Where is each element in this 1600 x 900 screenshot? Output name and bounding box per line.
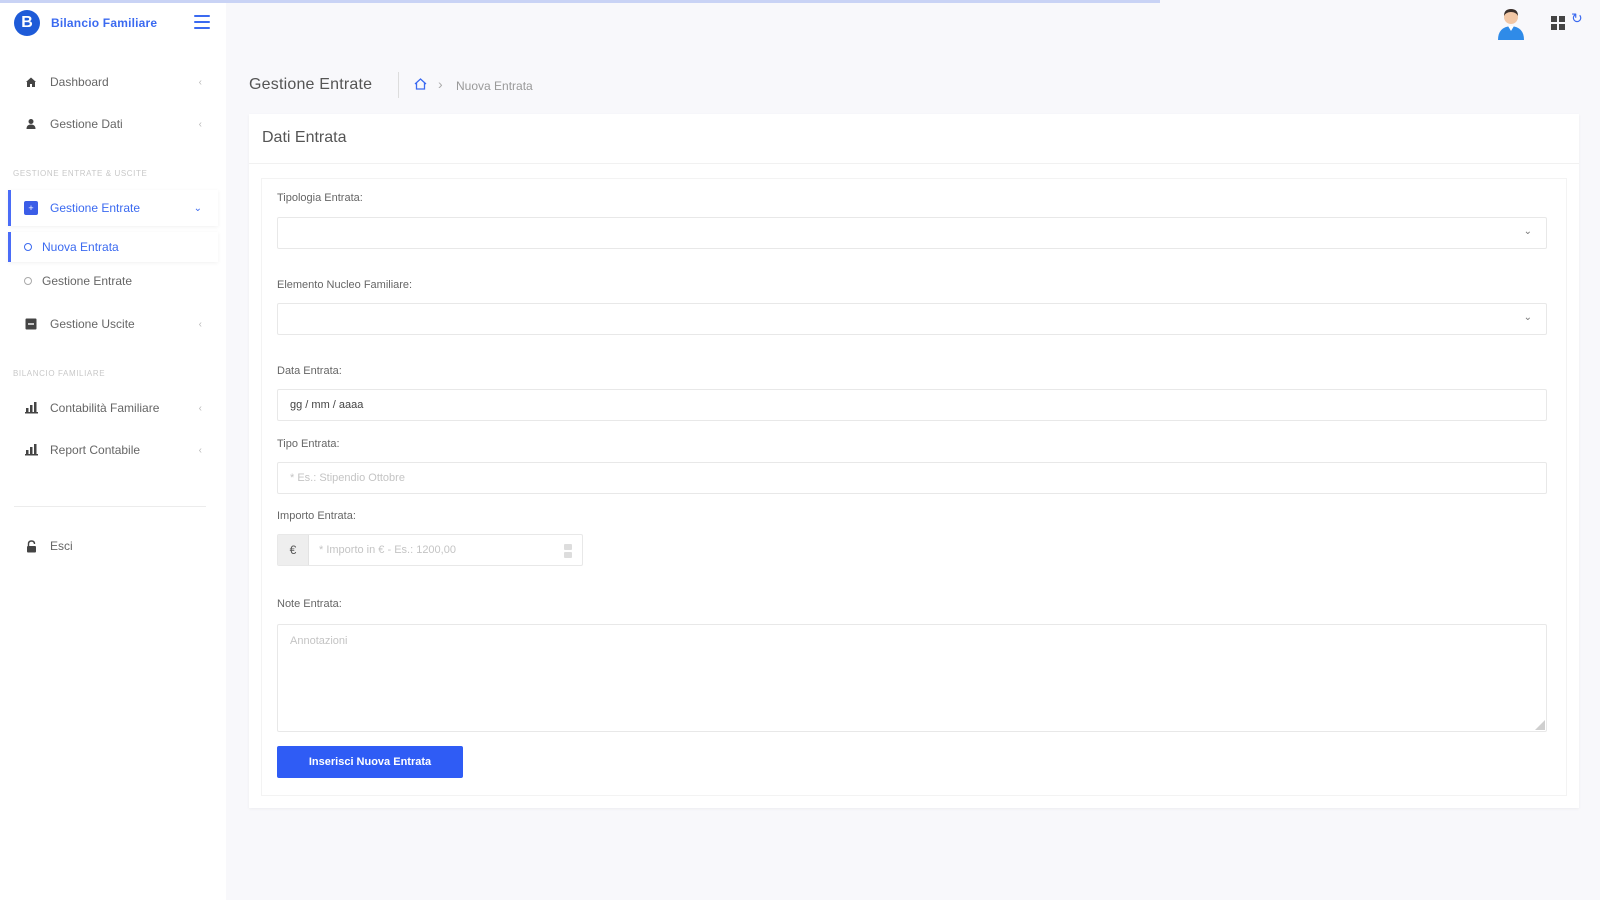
breadcrumb-chevron-icon: › (438, 76, 443, 92)
chevron-left-icon: ‹ (198, 402, 202, 414)
chevron-left-icon: ‹ (198, 318, 202, 330)
sidebar-divider (14, 506, 206, 507)
page-title: Gestione Entrate (249, 76, 373, 93)
circle-icon (24, 243, 32, 251)
sidebar-item-label: Gestione Entrate (50, 201, 141, 215)
tipo-entrata-input[interactable]: * Es.: Stipendio Ottobre (277, 462, 1547, 494)
importo-entrata-input[interactable]: * Importo in € - Es.: 1200,00 (309, 535, 582, 565)
section-label-entrate-uscite: Gestione Entrate & Uscite (13, 169, 148, 178)
chevron-down-icon: ⌄ (193, 202, 202, 214)
sidebar-subitem-label: Gestione Entrate (42, 274, 133, 288)
brand-logo-icon: B (14, 10, 40, 36)
chevron-down-icon: ⌄ (1523, 312, 1532, 323)
sidebar-item-gestione-dati[interactable]: Gestione Dati ‹ (8, 106, 218, 142)
sidebar-item-gestione-entrate[interactable]: + Gestione Entrate ⌄ (8, 190, 218, 226)
section-label-bilancio: Bilancio Familiare (13, 369, 106, 378)
chevron-down-icon: ⌄ (1523, 226, 1532, 237)
data-entrata-input[interactable]: gg / mm / aaaa (277, 389, 1547, 421)
sidebar-item-esci[interactable]: Esci (8, 528, 218, 564)
sidebar-item-label: Gestione Dati (50, 117, 123, 131)
sidebar-subitem-label: Nuova Entrata (42, 240, 119, 254)
number-spinner-icon[interactable] (564, 544, 572, 558)
sidebar: B Bilancio Familiare Dashboard ‹ Gestion… (0, 0, 226, 900)
importo-entrata-group: € * Importo in € - Es.: 1200,00 (277, 534, 583, 566)
tipo-entrata-label: Tipo Entrata: (277, 438, 340, 450)
user-icon (24, 117, 38, 131)
apps-grid-icon[interactable] (1551, 16, 1565, 30)
tipologia-entrata-select[interactable]: ⌄ (277, 217, 1547, 249)
sidebar-item-label: Gestione Uscite (50, 317, 135, 331)
lock-icon (24, 539, 38, 553)
importo-entrata-label: Importo Entrata: (277, 510, 356, 522)
sidebar-item-report-contabile[interactable]: Report Contabile ‹ (8, 432, 218, 468)
bar-chart-icon (24, 401, 38, 415)
chevron-left-icon: ‹ (198, 76, 202, 88)
sidebar-item-label: Dashboard (50, 75, 109, 89)
data-entrata-value: gg / mm / aaaa (290, 399, 364, 411)
sidebar-subitem-nuova-entrata[interactable]: Nuova Entrata (8, 232, 218, 262)
sidebar-item-contabilita-familiare[interactable]: Contabilità Familiare ‹ (8, 390, 218, 426)
breadcrumb-separator (398, 72, 399, 98)
refresh-icon[interactable]: ↻ (1571, 10, 1583, 27)
data-entrata-label: Data Entrata: (277, 365, 342, 377)
bar-chart-icon (24, 443, 38, 457)
chevron-left-icon: ‹ (198, 444, 202, 456)
elemento-nucleo-select[interactable]: ⌄ (277, 303, 1547, 335)
page-loading-bar (0, 0, 1160, 3)
breadcrumb-current: Nuova Entrata (456, 79, 533, 93)
card-title: Dati Entrata (249, 114, 1579, 164)
plus-square-icon: + (24, 201, 38, 215)
chevron-left-icon: ‹ (198, 118, 202, 130)
sidebar-item-label: Report Contabile (50, 443, 141, 457)
sidebar-item-label: Contabilità Familiare (50, 401, 160, 415)
note-entrata-label: Note Entrata: (277, 598, 342, 610)
sidebar-subitem-gestione-entrate[interactable]: Gestione Entrate (8, 266, 218, 296)
sidebar-item-label: Esci (50, 539, 73, 553)
sidebar-item-dashboard[interactable]: Dashboard ‹ (8, 64, 218, 100)
inserisci-nuova-entrata-button[interactable]: Inserisci Nuova Entrata (277, 746, 463, 778)
minus-square-icon (24, 317, 38, 331)
importo-entrata-placeholder: * Importo in € - Es.: 1200,00 (319, 544, 456, 556)
note-entrata-textarea[interactable]: Annotazioni (277, 624, 1547, 732)
euro-icon: € (278, 535, 309, 565)
note-entrata-placeholder: Annotazioni (290, 635, 348, 647)
circle-icon (24, 277, 32, 285)
tipo-entrata-placeholder: * Es.: Stipendio Ottobre (290, 472, 405, 484)
app-title: Bilancio Familiare (51, 16, 158, 30)
elemento-nucleo-label: Elemento Nucleo Familiare: (277, 279, 413, 291)
resize-handle-icon[interactable] (1535, 720, 1545, 730)
user-avatar-icon[interactable] (1496, 8, 1526, 40)
brand[interactable]: B Bilancio Familiare (14, 10, 157, 36)
menu-toggle-icon[interactable] (194, 15, 210, 29)
sidebar-item-gestione-uscite[interactable]: Gestione Uscite ‹ (8, 306, 218, 342)
home-icon (24, 75, 38, 89)
tipologia-entrata-label: Tipologia Entrata: (277, 192, 363, 204)
breadcrumb-home-icon[interactable] (414, 77, 427, 93)
